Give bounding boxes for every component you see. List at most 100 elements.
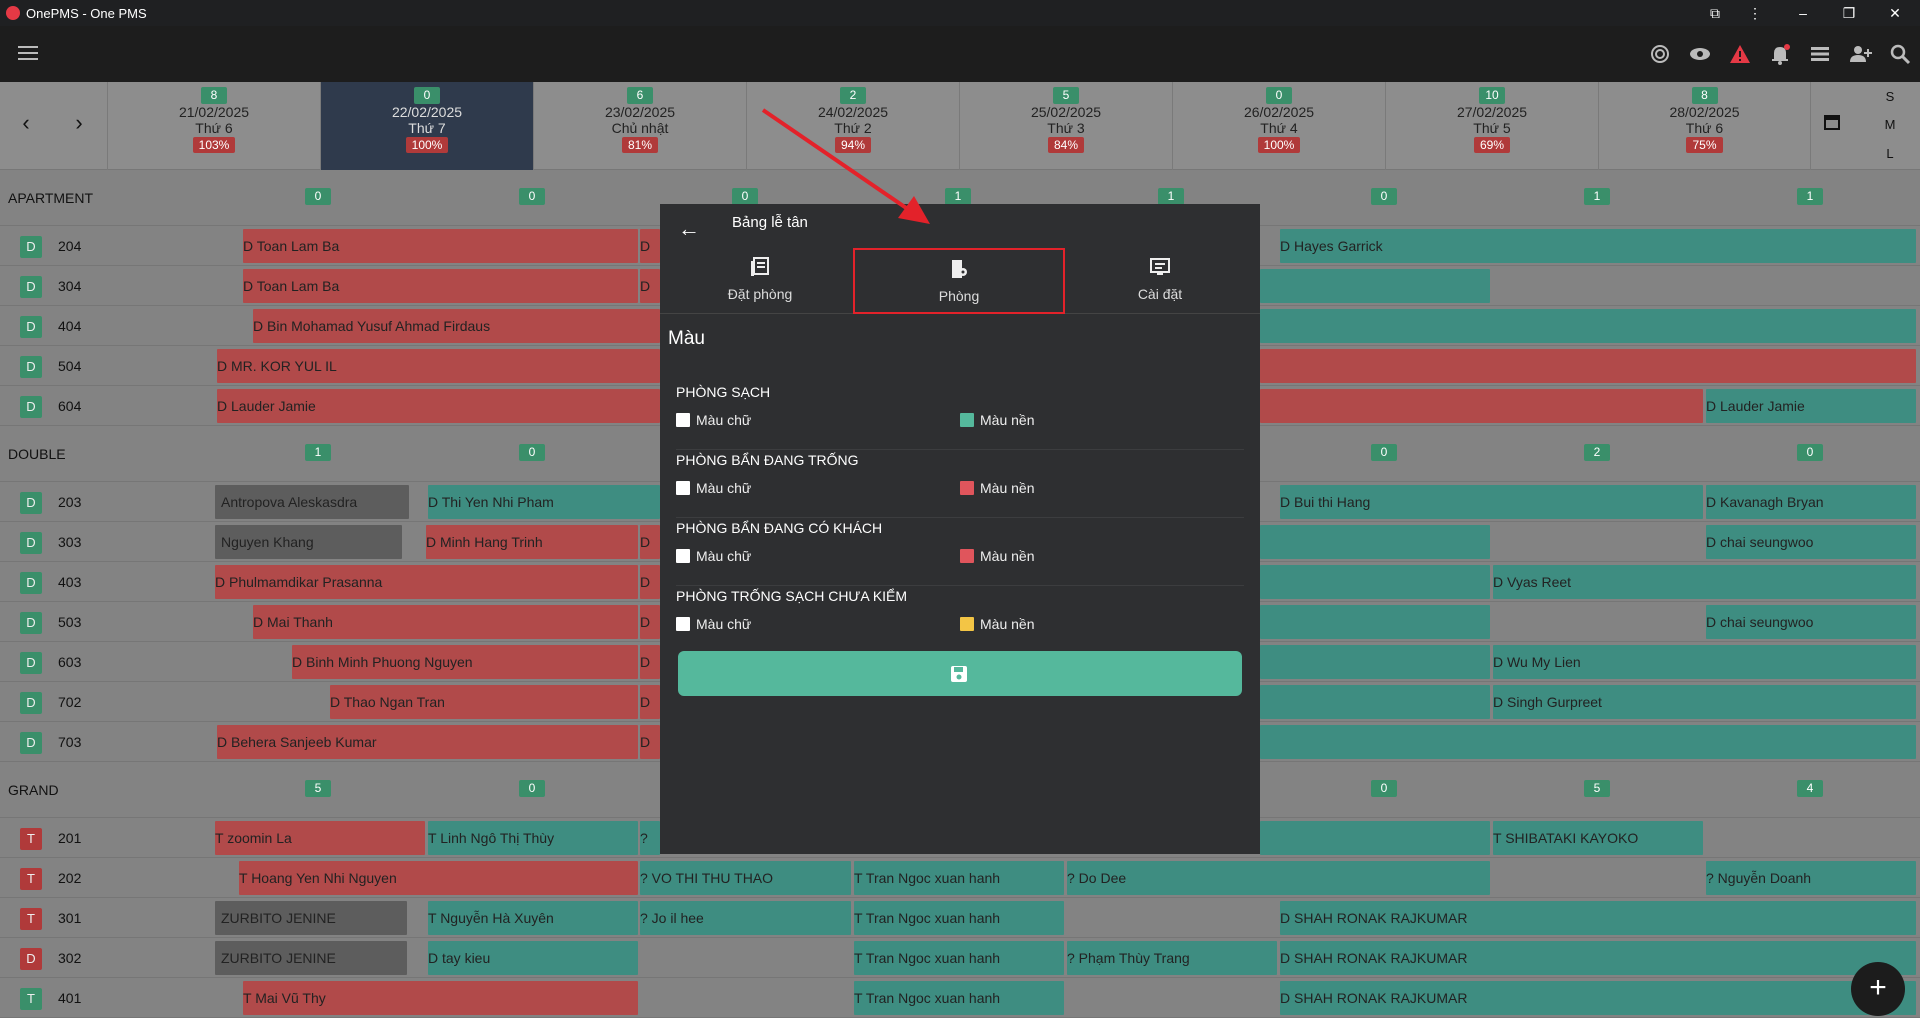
size-medium-button[interactable]: M	[1880, 117, 1900, 132]
add-user-icon[interactable]	[1848, 42, 1872, 66]
booking-bar[interactable]	[1260, 309, 1916, 343]
booking-bar[interactable]: T SHIBATAKI KAYOKO	[1493, 821, 1703, 855]
booking-bar[interactable]: T Tran Ngoc xuan hanh	[854, 901, 1064, 935]
booking-bar[interactable]: D SHAH RONAK RAJKUMAR	[1280, 941, 1916, 975]
text-color-picker[interactable]: Màu chữ	[676, 616, 751, 632]
booking-bar[interactable]: T Tran Ngoc xuan hanh	[854, 861, 1064, 895]
booking-bar[interactable]	[1260, 525, 1490, 559]
booking-bar[interactable]: D Toan Lam Ba	[243, 269, 638, 303]
bg-color-picker[interactable]: Màu nền	[960, 548, 1034, 564]
add-fab-button[interactable]: +	[1851, 962, 1905, 1016]
prev-week-button[interactable]: ‹	[14, 110, 38, 136]
list-view-icon[interactable]	[1808, 42, 1832, 66]
extension-icon[interactable]: ⧉	[1698, 3, 1732, 23]
tab-phong[interactable]: Phòng	[853, 248, 1065, 314]
booking-bar[interactable]: D	[640, 685, 660, 719]
booking-bar[interactable]	[1260, 269, 1490, 303]
size-small-button[interactable]: S	[1880, 89, 1900, 104]
booking-bar[interactable]: D Thi Yen Nhi Pham	[428, 485, 660, 519]
more-vert-icon[interactable]: ⋮	[1738, 3, 1772, 23]
tab-cai-dat[interactable]: Cài đặt	[1060, 248, 1260, 314]
booking-bar[interactable]: D Behera Sanjeeb Kumar	[217, 725, 638, 759]
booking-bar[interactable]: D SHAH RONAK RAJKUMAR	[1280, 981, 1916, 1015]
booking-bar[interactable]: D	[640, 725, 660, 759]
booking-bar[interactable]	[1260, 725, 1916, 759]
booking-bar[interactable]: D chai seungwoo	[1706, 605, 1916, 639]
booking-bar[interactable]: D Singh Gurpreet	[1493, 685, 1916, 719]
booking-bar[interactable]: D tay kieu	[428, 941, 638, 975]
minimize-button[interactable]: –	[1786, 3, 1820, 23]
booking-bar[interactable]: D	[640, 269, 660, 303]
calendar-icon[interactable]	[1823, 113, 1841, 131]
booking-bar[interactable]	[1260, 389, 1703, 423]
day-column[interactable]: 8 28/02/2025 Thứ 6 75%	[1598, 82, 1811, 170]
day-column[interactable]: 5 25/02/2025 Thứ 3 84%	[959, 82, 1172, 170]
booking-bar[interactable]	[1260, 349, 1916, 383]
notifications-icon[interactable]	[1768, 42, 1792, 66]
booking-bar[interactable]: ZURBITO JENINE	[215, 901, 407, 935]
text-color-picker[interactable]: Màu chữ	[676, 480, 751, 496]
booking-bar[interactable]: ?	[640, 821, 660, 855]
fingerprint-icon[interactable]	[1648, 42, 1672, 66]
eye-icon[interactable]	[1688, 42, 1712, 66]
booking-bar[interactable]: D Lauder Jamie	[1706, 389, 1916, 423]
booking-bar[interactable]: D	[640, 605, 660, 639]
tab-dat-phong[interactable]: Đặt phòng	[660, 248, 860, 314]
back-arrow-icon[interactable]: ←	[678, 216, 700, 242]
booking-bar[interactable]: T Mai Vũ Thy	[243, 981, 638, 1015]
booking-bar[interactable]: D Vyas Reet	[1493, 565, 1916, 599]
booking-bar[interactable]: D	[640, 229, 660, 263]
booking-bar[interactable]: D Mai Thanh	[253, 605, 638, 639]
booking-bar[interactable]	[1260, 605, 1490, 639]
save-button[interactable]	[678, 651, 1242, 696]
booking-bar[interactable]: D Bui thi Hang	[1280, 485, 1703, 519]
booking-bar[interactable]: D	[640, 525, 660, 559]
booking-bar[interactable]	[1260, 565, 1490, 599]
booking-bar[interactable]: ZURBITO JENINE	[215, 941, 407, 975]
booking-bar[interactable]: Antropova Aleskasdra	[215, 485, 409, 519]
booking-bar[interactable]: D Hayes Garrick	[1280, 229, 1916, 263]
booking-bar[interactable]: D	[640, 645, 660, 679]
bg-color-picker[interactable]: Màu nền	[960, 480, 1034, 496]
booking-bar[interactable]: D chai seungwoo	[1706, 525, 1916, 559]
text-color-picker[interactable]: Màu chữ	[676, 412, 751, 428]
day-column-selected[interactable]: 0 22/02/2025 Thứ 7 100%	[320, 82, 533, 170]
booking-bar[interactable]: D Thao Ngan Tran	[330, 685, 638, 719]
booking-bar[interactable]: T Nguyễn Hà Xuyên	[428, 901, 638, 935]
booking-bar[interactable]: T Tran Ngoc xuan hanh	[854, 941, 1064, 975]
text-color-picker[interactable]: Màu chữ	[676, 548, 751, 564]
bg-color-picker[interactable]: Màu nền	[960, 616, 1034, 632]
booking-bar[interactable]: D Kavanagh Bryan	[1706, 485, 1916, 519]
bg-color-picker[interactable]: Màu nền	[960, 412, 1034, 428]
booking-bar[interactable]: T Hoang Yen Nhi Nguyen	[239, 861, 638, 895]
day-column[interactable]: 6 23/02/2025 Chủ nhật 81%	[533, 82, 746, 170]
booking-bar[interactable]: D Wu My Lien	[1493, 645, 1916, 679]
booking-bar[interactable]: D Toan Lam Ba	[243, 229, 638, 263]
booking-bar[interactable]	[1260, 685, 1490, 719]
day-column[interactable]: 8 21/02/2025 Thứ 6 103%	[107, 82, 320, 170]
booking-bar[interactable]: D Lauder Jamie	[217, 389, 660, 423]
close-window-button[interactable]: ✕	[1878, 3, 1912, 23]
restore-button[interactable]: ❐	[1832, 3, 1866, 23]
booking-bar[interactable]: T Tran Ngoc xuan hanh	[854, 981, 1064, 1015]
day-column[interactable]: 0 26/02/2025 Thứ 4 100%	[1172, 82, 1385, 170]
size-large-button[interactable]: L	[1880, 146, 1900, 161]
booking-bar[interactable]: ? Phạm Thùy Trang	[1067, 941, 1277, 975]
booking-bar[interactable]: T Linh Ngô Thị Thùy	[428, 821, 638, 855]
day-column[interactable]: 10 27/02/2025 Thứ 5 69%	[1385, 82, 1598, 170]
booking-bar[interactable]: ? VO THI THU THAO	[640, 861, 851, 895]
booking-bar[interactable]: ? Jo il hee	[640, 901, 851, 935]
next-week-button[interactable]: ›	[67, 110, 91, 136]
booking-bar[interactable]: D Bin Mohamad Yusuf Ahmad Firdaus	[253, 309, 660, 343]
booking-bar[interactable]: D Minh Hang Trinh	[426, 525, 638, 559]
booking-bar[interactable]: ? Nguyễn Doanh	[1706, 861, 1916, 895]
booking-bar[interactable]: Nguyen Khang	[215, 525, 402, 559]
booking-bar[interactable]: D	[640, 565, 660, 599]
booking-bar[interactable]	[1260, 645, 1490, 679]
booking-bar[interactable]: T zoomin La	[215, 821, 425, 855]
search-icon[interactable]	[1888, 42, 1912, 66]
booking-bar[interactable]	[1260, 821, 1490, 855]
warning-icon[interactable]	[1728, 42, 1752, 66]
hamburger-menu-icon[interactable]	[18, 46, 38, 62]
booking-bar[interactable]: D Phulmamdikar Prasanna	[215, 565, 638, 599]
